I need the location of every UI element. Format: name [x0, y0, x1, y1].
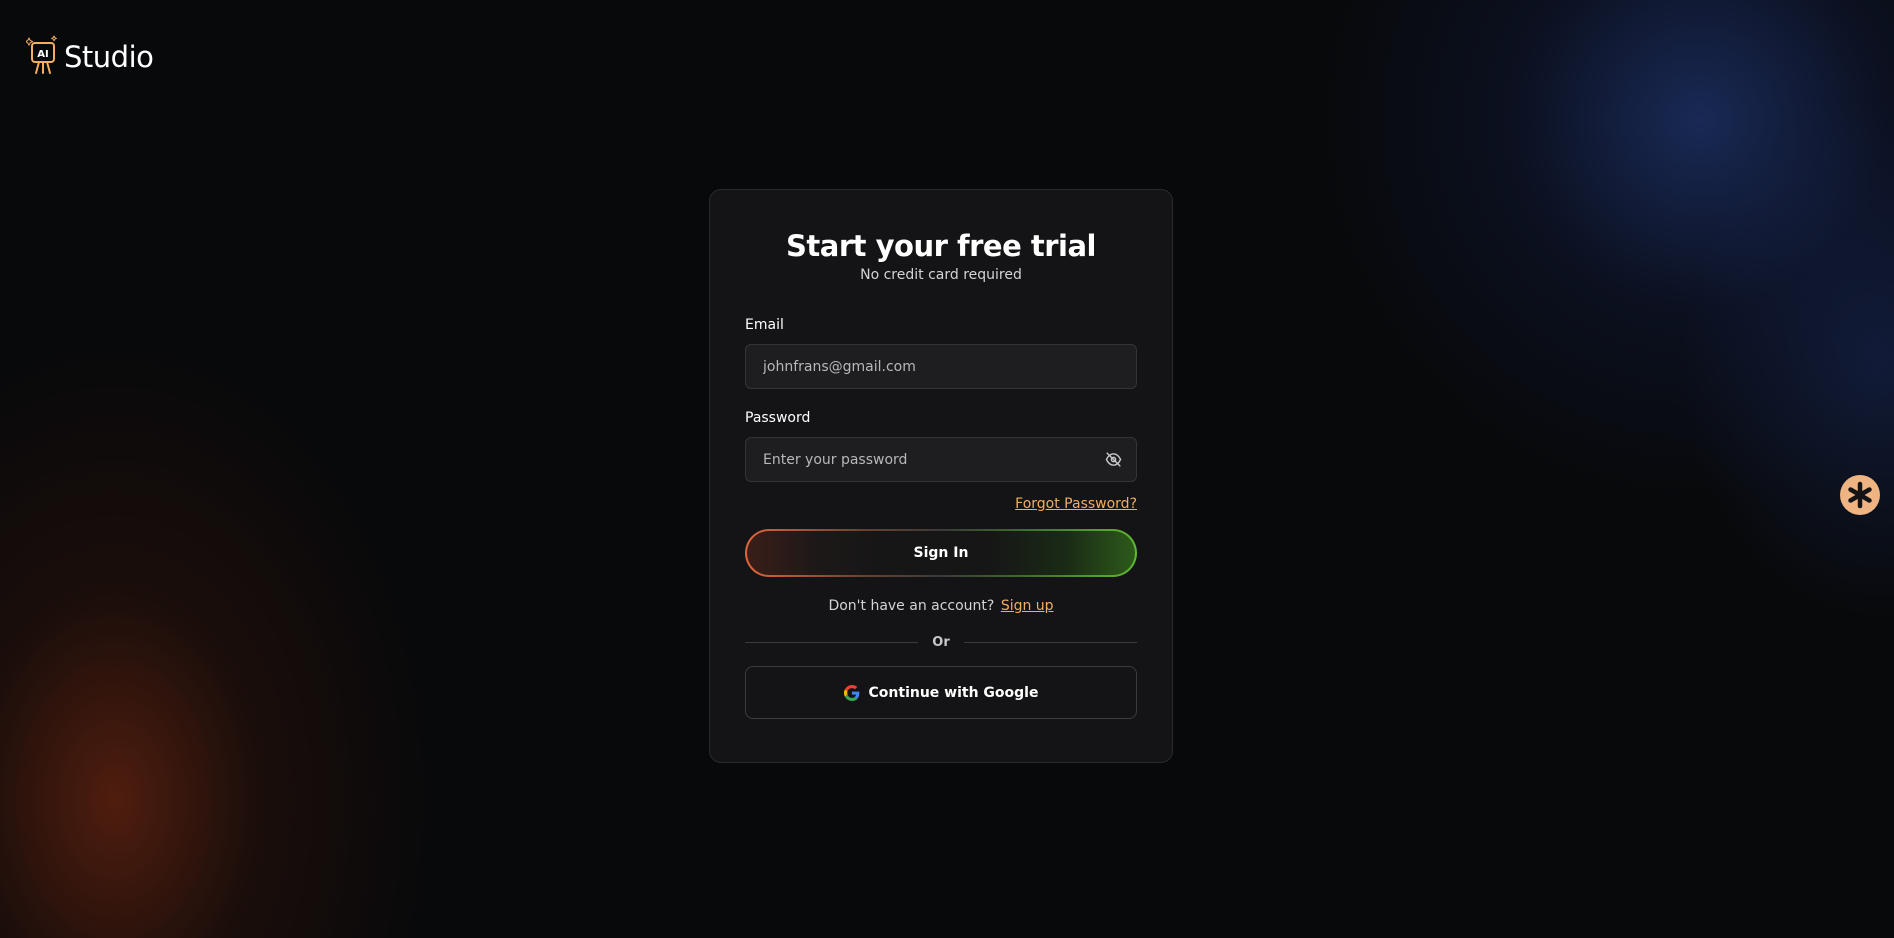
password-field-container	[745, 437, 1137, 482]
sign-up-link[interactable]: Sign up	[1001, 598, 1054, 614]
brand-name: Studio	[64, 40, 154, 74]
help-chat-button[interactable]	[1840, 475, 1880, 515]
logo-ai-text: AI	[37, 49, 48, 60]
signin-card: Start your free trial No credit card req…	[709, 189, 1173, 763]
asterisk-icon	[1848, 481, 1872, 509]
email-label: Email	[745, 317, 784, 333]
password-label: Password	[745, 410, 811, 426]
continue-with-google-button[interactable]: Continue with Google	[745, 666, 1137, 719]
or-divider: Or	[745, 635, 1137, 650]
divider-text: Or	[932, 635, 950, 650]
email-input[interactable]	[746, 345, 1136, 388]
divider-line-left	[745, 642, 919, 643]
google-button-label: Continue with Google	[868, 684, 1039, 701]
signup-prompt-row: Don't have an account? Sign up	[745, 597, 1137, 615]
sign-in-button[interactable]: Sign In	[745, 529, 1137, 577]
page-title: Start your free trial	[786, 229, 1096, 263]
forgot-password-row: Forgot Password?	[745, 494, 1137, 513]
eye-off-icon[interactable]	[1104, 451, 1122, 469]
forgot-password-link[interactable]: Forgot Password?	[1015, 496, 1137, 512]
brand-logo[interactable]: AI Studio	[26, 34, 154, 76]
ai-robot-sparkle-icon: AI	[26, 35, 57, 74]
email-field-container	[745, 344, 1137, 389]
signup-prompt-text: Don't have an account?	[828, 598, 995, 614]
password-input[interactable]	[746, 438, 1136, 481]
google-g-icon	[843, 684, 859, 701]
page-subtitle: No credit card required	[860, 267, 1022, 283]
divider-line-right	[963, 642, 1137, 643]
